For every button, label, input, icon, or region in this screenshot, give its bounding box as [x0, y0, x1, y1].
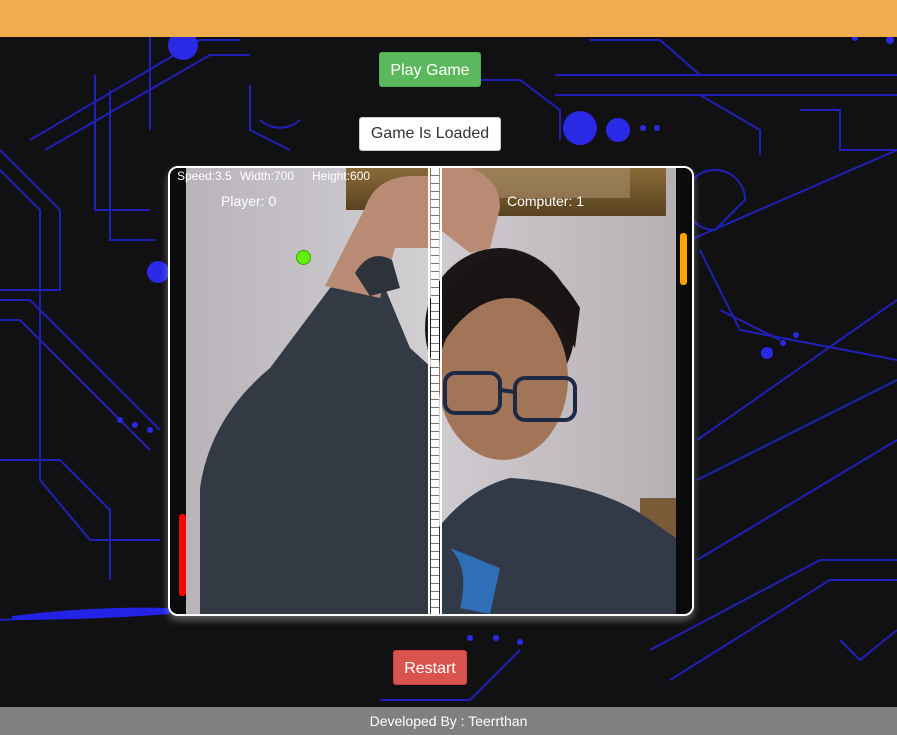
player-score-value: 0 [268, 193, 277, 209]
top-bar [0, 0, 897, 37]
computer-paddle [680, 233, 687, 285]
ball [296, 250, 311, 265]
page: Play Game Game Is Loaded Speed:3.5 Width… [0, 0, 897, 735]
footer: Developed By : Teerrthan [0, 707, 897, 735]
center-net [428, 168, 442, 614]
player-score-label: Player: [221, 193, 265, 209]
speed-readout: Speed:3.5 [177, 169, 232, 183]
width-readout: Width:700 [240, 169, 295, 183]
computer-score-label: Computer: [507, 193, 573, 209]
game-canvas[interactable]: Speed:3.5 Width:700 Height:600 Player: 0… [168, 166, 694, 616]
height-readout: Height:600 [312, 169, 371, 183]
play-game-button[interactable]: Play Game [379, 52, 481, 87]
computer-score: Computer: 1 [507, 193, 584, 209]
footer-credit: Developed By : Teerrthan [369, 713, 528, 729]
player-paddle[interactable] [179, 514, 186, 596]
game-status-button[interactable]: Game Is Loaded [359, 117, 501, 151]
player-score: Player: 0 [221, 193, 276, 209]
restart-button[interactable]: Restart [393, 650, 467, 685]
computer-score-value: 1 [576, 193, 585, 209]
